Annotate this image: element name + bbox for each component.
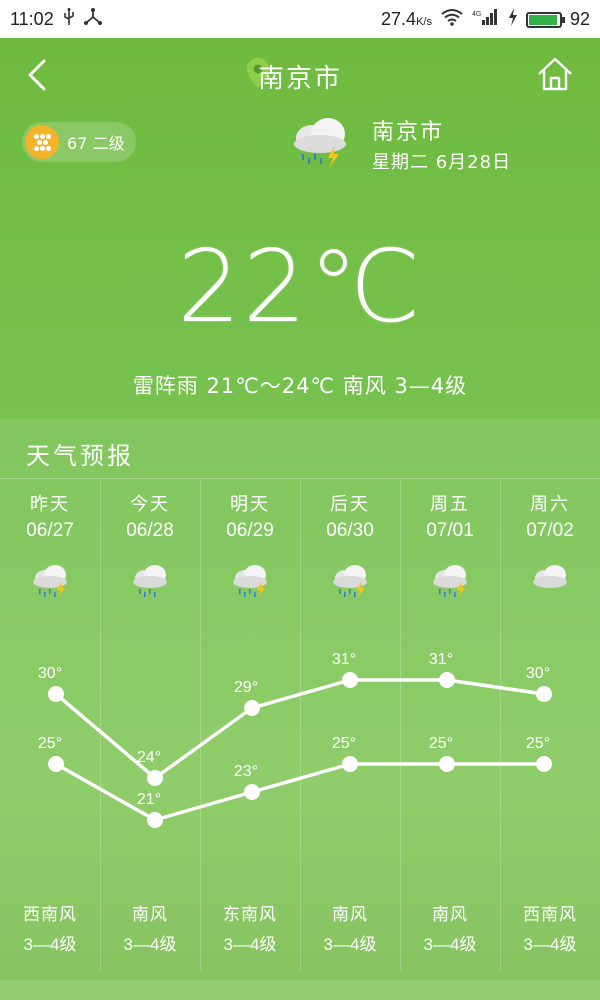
- status-bar: 11:02 27.4K/s 4G 92: [0, 0, 600, 38]
- forecast-day-name: 后天: [330, 494, 370, 515]
- forecast-day-date: 06/28: [126, 520, 174, 541]
- forecast-wind-direction: 西南风: [23, 905, 77, 925]
- forecast-panel: 天气预报 昨天 06/27 西南风 3—4级 今天 06/28 南风 3—4级 明天 06/29 东…: [0, 418, 600, 1000]
- forecast-wind-direction: 南风: [432, 905, 468, 925]
- aqi-badge[interactable]: 67 二级: [22, 122, 136, 162]
- usb-icon: [62, 8, 76, 31]
- forecast-day-name: 周六: [530, 494, 570, 515]
- forecast-day-date: 06/27: [26, 520, 74, 541]
- forecast-day-date: 07/01: [426, 520, 474, 541]
- signal-icon: 4G: [472, 8, 500, 31]
- forecast-day[interactable]: 后天 06/30 南风 3—4级: [300, 480, 400, 970]
- share-icon: [83, 8, 102, 31]
- forecast-wind-direction: 南风: [132, 905, 168, 925]
- forecast-day[interactable]: 昨天 06/27 西南风 3—4级: [0, 480, 100, 970]
- forecast-day-name: 明天: [230, 494, 270, 515]
- home-button[interactable]: [536, 56, 574, 92]
- thunder-rain-icon: [294, 118, 346, 168]
- net-speed: 27.4K/s: [381, 9, 432, 29]
- forecast-day[interactable]: 周六 07/02 西南风 3—4级: [500, 480, 600, 970]
- battery-level: 92: [569, 9, 590, 29]
- forecast-title: 天气预报: [26, 442, 134, 470]
- thunder-rain-icon: [433, 565, 467, 597]
- forecast-day[interactable]: 明天 06/29 东南风 3—4级: [200, 480, 300, 970]
- charging-icon: [508, 8, 518, 31]
- app-header: 南京市: [0, 38, 600, 114]
- cloudy-icon: [533, 565, 567, 588]
- battery-icon: [525, 11, 565, 28]
- status-time: 11:02: [10, 9, 54, 29]
- location-date: 星期二 6月28日: [372, 152, 512, 173]
- rain-icon: [133, 565, 167, 597]
- wifi-icon: [440, 8, 464, 31]
- forecast-wind-level: 3—4级: [23, 935, 77, 954]
- forecast-day-name: 今天: [130, 494, 170, 515]
- page-title: 南京市: [257, 64, 342, 94]
- current-temperature: 22℃: [177, 228, 423, 345]
- aqi-icon: [25, 125, 59, 159]
- forecast-wind-direction: 西南风: [523, 905, 577, 925]
- forecast-wind-level: 3—4级: [423, 935, 477, 954]
- weather-summary: 雷阵雨 21℃～24℃ 南风 3—4级: [132, 374, 468, 398]
- forecast-day[interactable]: 今天 06/28 南风 3—4级: [100, 480, 200, 970]
- forecast-day-date: 06/29: [226, 520, 274, 541]
- forecast-wind-direction: 东南风: [223, 905, 277, 925]
- forecast-day-name: 周五: [430, 494, 470, 515]
- forecast-wind-level: 3—4级: [223, 935, 277, 954]
- thunder-rain-icon: [33, 565, 67, 597]
- forecast-wind-direction: 南风: [332, 905, 368, 925]
- home-icon: [538, 57, 572, 91]
- bottom-strip: [0, 980, 600, 1000]
- forecast-day[interactable]: 周五 07/01 南风 3—4级: [400, 480, 500, 970]
- forecast-wind-level: 3—4级: [123, 935, 177, 954]
- thunder-rain-icon: [233, 565, 267, 597]
- forecast-wind-level: 3—4级: [523, 935, 577, 954]
- forecast-day-date: 06/30: [326, 520, 374, 541]
- location-city: 南京市: [372, 120, 445, 145]
- network-type: 4G: [472, 11, 481, 18]
- forecast-day-date: 07/02: [526, 520, 574, 541]
- forecast-day-name: 昨天: [30, 494, 70, 515]
- forecast-divider: [0, 478, 600, 479]
- forecast-wind-level: 3—4级: [323, 935, 377, 954]
- aqi-value: 67 二级: [67, 134, 125, 153]
- thunder-rain-icon: [333, 565, 367, 597]
